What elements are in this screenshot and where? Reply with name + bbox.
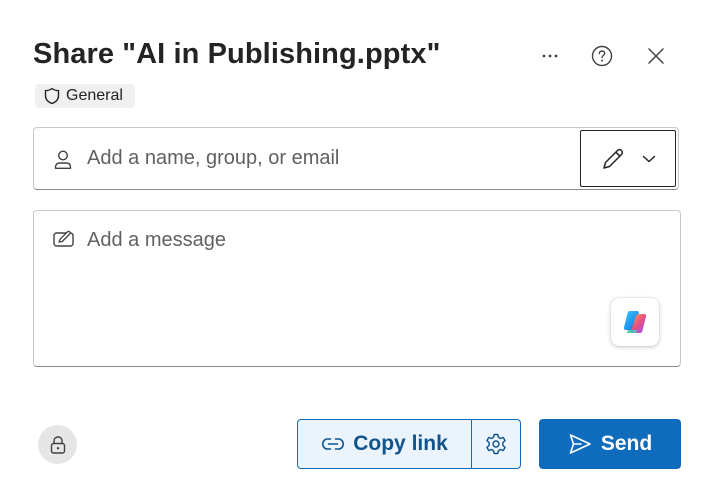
gear-icon [486, 433, 506, 455]
message-field [33, 210, 681, 367]
message-input[interactable] [87, 229, 607, 269]
lock-icon [50, 435, 65, 454]
recipients-input[interactable] [87, 128, 567, 189]
link-settings-lock-button[interactable] [38, 425, 77, 464]
link-settings-button[interactable] [472, 420, 520, 468]
permission-dropdown-button[interactable] [580, 130, 676, 187]
shield-icon [44, 87, 60, 105]
copy-link-label: Copy link [353, 432, 448, 455]
recipients-field [33, 127, 679, 190]
link-icon [322, 438, 345, 450]
pencil-edit-icon [603, 148, 624, 169]
copilot-button[interactable] [611, 298, 659, 346]
send-button[interactable]: Send [539, 419, 681, 469]
close-button[interactable] [640, 40, 672, 72]
dialog-title: Share "AI in Publishing.pptx" [33, 38, 441, 70]
more-options-button[interactable] [534, 40, 566, 72]
person-icon [54, 150, 72, 169]
send-icon [569, 434, 591, 454]
more-horizontal-icon [542, 54, 558, 58]
chevron-down-icon [642, 155, 656, 162]
send-label: Send [600, 432, 653, 455]
compose-message-icon [53, 230, 74, 247]
share-dialog: Share "AI in Publishing.pptx" General Ad… [0, 0, 711, 501]
question-circle-icon [591, 45, 613, 67]
dismiss-icon [648, 48, 664, 64]
help-button[interactable] [586, 40, 618, 72]
sensitivity-label-text: General [66, 87, 123, 104]
copilot-icon [623, 311, 647, 333]
sensitivity-label-badge[interactable]: General [35, 84, 135, 108]
copy-link-group: Copy link [297, 419, 521, 469]
copy-link-button[interactable]: Copy link [298, 420, 472, 468]
